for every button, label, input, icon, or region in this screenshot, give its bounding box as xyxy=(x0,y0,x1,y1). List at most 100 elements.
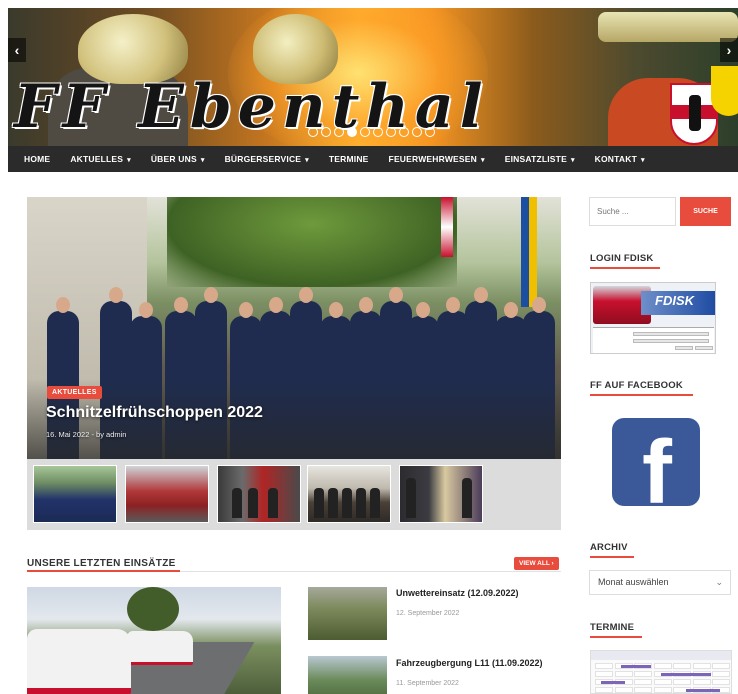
einsatz-thumbnail[interactable] xyxy=(308,587,387,640)
calendar-day-cell[interactable] xyxy=(692,679,711,685)
search-input[interactable] xyxy=(589,197,676,226)
helmet-shape xyxy=(598,12,738,42)
termine-calendar[interactable] xyxy=(590,650,732,694)
thumbnail-award[interactable] xyxy=(399,465,483,523)
sidebar-title-archiv: ARCHIV xyxy=(590,542,628,553)
einsatz-title[interactable]: Fahrzeugbergung L11 (11.09.2022) xyxy=(396,658,543,668)
person-head xyxy=(504,302,518,318)
slider-dot[interactable] xyxy=(308,127,318,137)
slider-dot[interactable] xyxy=(425,127,435,137)
thumbnail-firefighters[interactable] xyxy=(217,465,301,523)
calendar-day-cell[interactable] xyxy=(653,679,672,685)
nav-item[interactable]: AKTUELLES ▾ xyxy=(70,154,131,164)
nav-item[interactable]: ÜBER UNS ▾ xyxy=(151,154,205,164)
nav-item[interactable]: FEUERWEHRWESEN ▾ xyxy=(389,154,485,164)
calendar-day-cell[interactable] xyxy=(595,671,613,677)
calendar-event[interactable] xyxy=(601,681,625,684)
ambulance-shape xyxy=(127,631,193,665)
slider-dot[interactable] xyxy=(334,127,344,137)
flag-red-white xyxy=(441,197,453,257)
person-head xyxy=(299,287,313,303)
calendar-header xyxy=(591,651,731,660)
tree-shape xyxy=(127,587,179,631)
sidebar-title-termine: TERMINE xyxy=(590,622,635,633)
chevron-down-icon: ⌄ xyxy=(715,577,723,587)
person-head xyxy=(416,302,430,318)
featured-post-meta: 16. Mai 2022 - by admin xyxy=(46,430,127,439)
nav-item[interactable]: KONTAKT ▾ xyxy=(595,154,645,164)
nav-item-label: KONTAKT xyxy=(594,154,637,164)
calendar-day-cell[interactable] xyxy=(614,671,633,677)
archive-select-value: Monat auswählen xyxy=(598,577,669,587)
einsatz-thumbnail[interactable] xyxy=(308,656,387,694)
calendar-day-cell[interactable] xyxy=(634,671,652,677)
fdisk-login-banner[interactable]: FDISK xyxy=(590,282,716,354)
person-head xyxy=(56,297,70,313)
slider-dot[interactable] xyxy=(360,127,370,137)
slider-dot[interactable] xyxy=(399,127,409,137)
archive-month-select[interactable]: Monat auswählen ⌄ xyxy=(589,570,731,595)
section-title-einsaetze: UNSERE LETZTEN EINSÄTZE xyxy=(27,558,176,569)
person-head xyxy=(329,302,343,318)
calendar-day-cell[interactable] xyxy=(712,679,730,685)
calendar-day-cell[interactable] xyxy=(653,663,672,669)
sidebar-title-facebook: FF AUF FACEBOOK xyxy=(590,380,683,391)
slider-dot[interactable] xyxy=(347,127,357,137)
section-underline xyxy=(590,636,642,638)
calendar-event[interactable] xyxy=(621,665,651,668)
calendar-event[interactable] xyxy=(661,673,711,676)
calendar-day-cell[interactable] xyxy=(673,679,691,685)
calendar-day-cell[interactable] xyxy=(614,687,633,693)
calendar-day-cell[interactable] xyxy=(673,663,691,669)
nav-item-label: EINSATZLISTE xyxy=(504,154,567,164)
einsatz-date: 12. September 2022 xyxy=(396,610,460,617)
nav-item[interactable]: EINSATZLISTE ▾ xyxy=(505,154,575,164)
thumbnail-fire-trucks[interactable] xyxy=(125,465,209,523)
nav-item-label: BÜRGERSERVICE xyxy=(224,154,302,164)
nav-item[interactable]: TERMINE xyxy=(329,154,369,164)
person-head xyxy=(204,287,218,303)
calendar-day-cell[interactable] xyxy=(634,687,652,693)
slider-next-button[interactable]: › xyxy=(720,38,738,62)
person-head xyxy=(446,297,460,313)
calendar-day-cell[interactable] xyxy=(712,663,730,669)
person-head xyxy=(139,302,153,318)
person-head xyxy=(174,297,188,313)
featured-post-title[interactable]: Schnitzelfrühschoppen 2022 xyxy=(46,404,263,422)
nav-item[interactable]: HOME xyxy=(24,154,50,164)
person-head xyxy=(239,302,253,318)
view-all-button[interactable]: VIEW ALL › xyxy=(514,557,559,570)
calendar-event[interactable] xyxy=(686,689,720,692)
nav-item[interactable]: BÜRGERSERVICE ▾ xyxy=(225,154,309,164)
caret-down-icon: ▾ xyxy=(640,157,645,164)
thumbnail-team-row[interactable] xyxy=(307,465,391,523)
slider-dot[interactable] xyxy=(373,127,383,137)
calendar-day-cell[interactable] xyxy=(595,663,613,669)
section-underline xyxy=(27,570,180,572)
slider-dot[interactable] xyxy=(386,127,396,137)
calendar-day-cell[interactable] xyxy=(595,687,613,693)
main-navigation: HOME AKTUELLES ▾ ÜBER UNS ▾ BÜRGERSERVICE ▾ TER… xyxy=(8,146,738,172)
slider-dot[interactable] xyxy=(321,127,331,137)
einsatz-date: 11. September 2022 xyxy=(396,680,459,687)
einsatz-title[interactable]: Unwettereinsatz (12.09.2022) xyxy=(396,588,519,598)
einsatz-main-image[interactable] xyxy=(27,587,281,694)
ambulance-shape xyxy=(27,629,131,694)
slider-prev-button[interactable]: ‹ xyxy=(8,38,26,62)
person-head xyxy=(389,287,403,303)
province-crest-icon xyxy=(711,66,738,116)
calendar-day-cell[interactable] xyxy=(634,679,652,685)
calendar-day-cell[interactable] xyxy=(692,663,711,669)
caret-down-icon: ▾ xyxy=(200,157,205,164)
facebook-icon[interactable]: f xyxy=(612,418,700,506)
slider-dot[interactable] xyxy=(412,127,422,137)
nav-item-label: FEUERWEHRWESEN xyxy=(388,154,477,164)
calendar-day-cell[interactable] xyxy=(653,687,672,693)
person-head xyxy=(109,287,123,303)
category-tag[interactable]: AKTUELLES xyxy=(47,386,102,399)
header-slider[interactable]: FF Ebenthal ‹ › xyxy=(8,8,738,146)
caret-down-icon: ▾ xyxy=(127,157,131,164)
calendar-day-cell[interactable] xyxy=(712,671,730,677)
search-button[interactable]: SUCHE xyxy=(680,197,731,226)
thumbnail-group-photo[interactable] xyxy=(33,465,117,523)
